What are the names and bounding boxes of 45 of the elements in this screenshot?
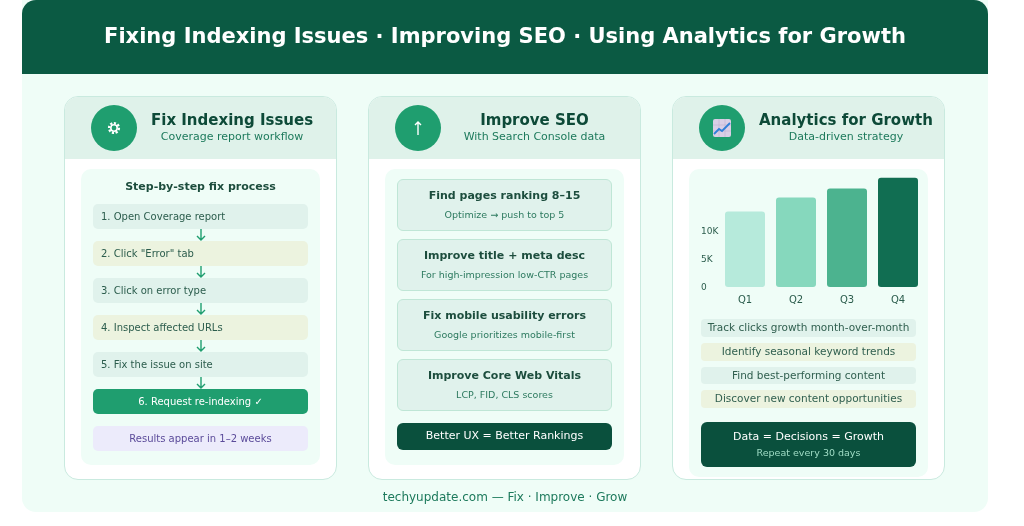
chart-icon xyxy=(699,105,745,151)
card-title: Improve SEO xyxy=(479,110,590,129)
card-subtitle: Coverage report workflow xyxy=(159,128,305,145)
down-arrow-icon xyxy=(195,228,206,241)
step-item: 5. Fix the issue on site xyxy=(93,351,308,377)
tip-title: Improve title + meta desc xyxy=(423,247,586,264)
insight-item: Find best-performing content xyxy=(701,366,916,385)
card-subtitle: With Search Console data xyxy=(462,128,607,145)
axis-tick-label: 5K xyxy=(701,254,713,264)
note-text: Results appear in 1–2 weeks xyxy=(93,425,308,451)
tip-title: Find pages ranking 8–15 xyxy=(428,187,581,204)
axis-category-label: Q2 xyxy=(788,294,804,305)
footer-text: techyupdate.com — Fix · Improve · Grow xyxy=(382,490,628,504)
axis-category-label: Q3 xyxy=(839,294,855,305)
step-item: 3. Click on error type xyxy=(93,277,308,303)
step-item: 2. Click "Error" tab xyxy=(93,240,308,266)
tip-detail: Optimize → push to top 5 xyxy=(444,208,565,223)
insight-item: Track clicks growth month-over-month xyxy=(701,319,916,337)
tip-title: Improve Core Web Vitals xyxy=(427,367,582,384)
insight-item: Identify seasonal keyword trends xyxy=(701,342,916,361)
step-item: 1. Open Coverage report xyxy=(93,203,308,229)
tip-detail: For high-impression low-CTR pages xyxy=(420,268,589,283)
banner-title: Data = Decisions = Growth xyxy=(731,429,886,445)
axis-category-label: Q1 xyxy=(737,294,753,305)
down-arrow-icon xyxy=(195,376,206,389)
banner: Better UX = Better Rankings xyxy=(397,423,612,450)
banner-subtitle: Repeat every 30 days xyxy=(755,445,862,460)
tip-title: Fix mobile usability errors xyxy=(423,307,586,324)
card-title: Analytics for Growth xyxy=(759,110,933,129)
down-arrow-icon xyxy=(195,265,206,278)
axis-tick-label: 0 xyxy=(701,282,707,292)
axis-tick-label: 10K xyxy=(701,226,719,236)
step-item: 4. Inspect affected URLs xyxy=(93,314,308,340)
insight-item: Discover new content opportunities xyxy=(701,390,916,408)
down-arrow-icon xyxy=(195,302,206,315)
down-arrow-icon xyxy=(195,339,206,352)
axis-category-label: Q4 xyxy=(890,294,906,305)
page-title: Fixing Indexing Issues · Improving SEO · Using Analytics for Growth xyxy=(22,0,988,74)
section-heading: Step-by-step fix process xyxy=(124,179,277,195)
card-title: Fix Indexing Issues xyxy=(151,110,314,129)
step-item: 6. Request re-indexing ✓ xyxy=(93,388,308,414)
tip-detail: LCP, FID, CLS scores xyxy=(456,388,553,403)
card-subtitle: Data-driven strategy xyxy=(787,128,905,145)
tip-detail: Google prioritizes mobile-first xyxy=(434,328,575,343)
gear-icon xyxy=(91,105,137,151)
